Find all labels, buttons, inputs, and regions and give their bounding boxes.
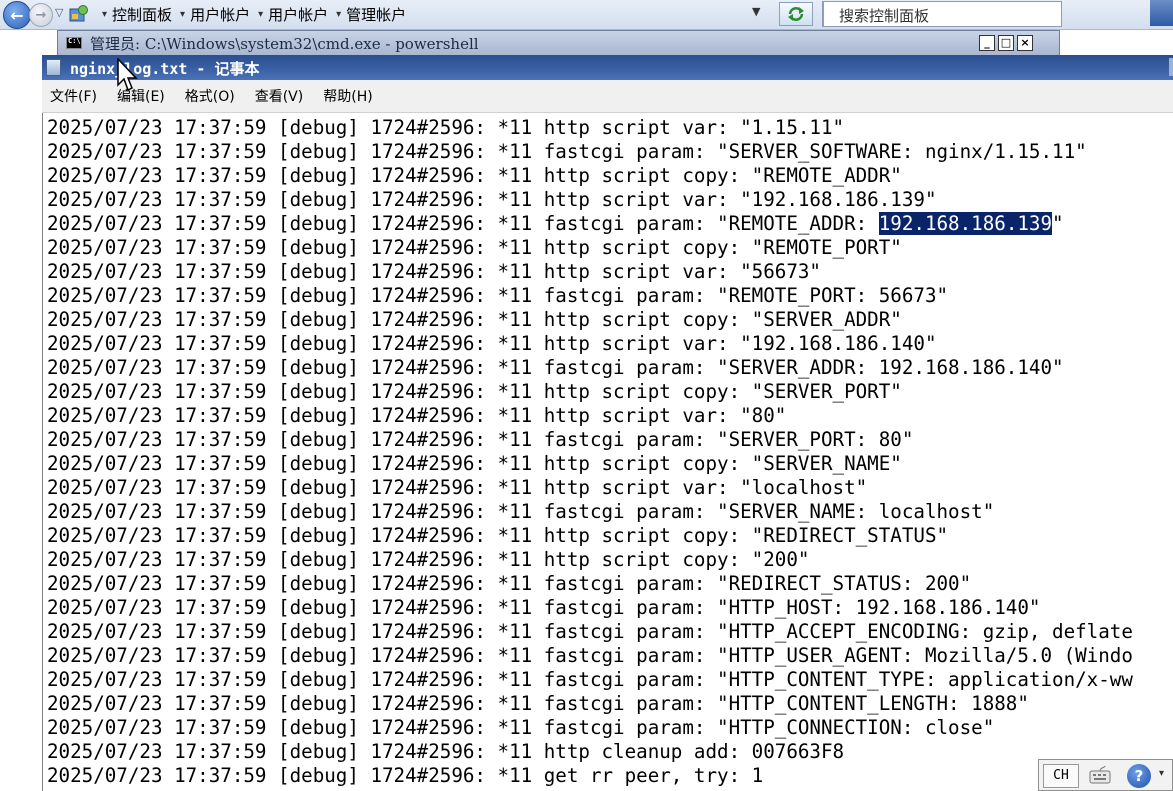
chevron-right-icon[interactable]: ▾ [180, 9, 185, 20]
input-language-button[interactable]: CH [1043, 764, 1079, 788]
log-line: 2025/07/23 17:37:59 [debug] 1724#2596: *… [47, 164, 902, 187]
log-line: 2025/07/23 17:37:59 [debug] 1724#2596: *… [47, 404, 787, 427]
recent-pages-dropdown-icon[interactable]: ▽ [55, 6, 63, 19]
menu-view[interactable]: 查看(V) [255, 86, 304, 106]
breadcrumb-item[interactable]: 用户帐户 [190, 4, 250, 25]
log-line-with-selection: 2025/07/23 17:37:59 [debug] 1724#2596: *… [47, 212, 1064, 235]
log-line: 2025/07/23 17:37:59 [debug] 1724#2596: *… [47, 500, 995, 523]
log-line: 2025/07/23 17:37:59 [debug] 1724#2596: *… [47, 452, 902, 475]
log-line: 2025/07/23 17:37:59 [debug] 1724#2596: *… [47, 332, 937, 355]
titlebar-edge [1169, 58, 1173, 76]
log-line: 2025/07/23 17:37:59 [debug] 1724#2596: *… [47, 740, 845, 763]
log-line: 2025/07/23 17:37:59 [debug] 1724#2596: *… [47, 260, 821, 283]
close-button[interactable]: × [1017, 35, 1033, 51]
menu-file[interactable]: 文件(F) [50, 86, 97, 106]
search-input[interactable]: 搜索控制面板 [822, 1, 1062, 27]
language-bar: CH ? ▾ [1038, 759, 1173, 791]
log-line: 2025/07/23 17:37:59 [debug] 1724#2596: *… [47, 644, 1133, 667]
minimize-button[interactable]: _ [979, 35, 995, 51]
log-line: 2025/07/23 17:37:59 [debug] 1724#2596: *… [47, 236, 902, 259]
explorer-address-bar: ← → ▽ ▾ 控制面板 ▾ 用户帐户 ▾ 用户帐户 ▾ 管理帐户 ▼ 搜索控制… [0, 0, 1173, 30]
cmd-window-title: 管理员: C:\Windows\system32\cmd.exe - power… [90, 35, 479, 53]
notepad-icon [46, 59, 61, 76]
log-line: 2025/07/23 17:37:59 [debug] 1724#2596: *… [47, 692, 1029, 715]
notepad-window-title: nginx_log.txt - 记事本 [70, 60, 260, 78]
log-line: 2025/07/23 17:37:59 [debug] 1724#2596: *… [47, 716, 995, 739]
log-line: 2025/07/23 17:37:59 [debug] 1724#2596: *… [47, 140, 1087, 163]
forward-button[interactable]: → [29, 3, 53, 27]
notepad-titlebar[interactable]: nginx_log.txt - 记事本 [42, 55, 1173, 80]
control-panel-icon [69, 5, 88, 22]
chevron-right-icon[interactable]: ▾ [336, 9, 341, 20]
address-dropdown-icon[interactable]: ▼ [752, 5, 760, 18]
log-line: 2025/07/23 17:37:59 [debug] 1724#2596: *… [47, 596, 1041, 619]
log-line: 2025/07/23 17:37:59 [debug] 1724#2596: *… [47, 188, 937, 211]
breadcrumb: ▾ 控制面板 ▾ 用户帐户 ▾ 用户帐户 ▾ 管理帐户 [94, 2, 406, 26]
selected-text[interactable]: 192.168.186.139 [878, 212, 1053, 235]
breadcrumb-item[interactable]: 控制面板 [112, 4, 172, 25]
cmd-icon: C:\ [66, 37, 82, 49]
log-line: 2025/07/23 17:37:59 [debug] 1724#2596: *… [47, 620, 1133, 643]
log-line: 2025/07/23 17:37:59 [debug] 1724#2596: *… [47, 668, 1133, 691]
log-line: 2025/07/23 17:37:59 [debug] 1724#2596: *… [47, 116, 845, 139]
log-line: 2025/07/23 17:37:59 [debug] 1724#2596: *… [47, 524, 949, 547]
log-line: 2025/07/23 17:37:59 [debug] 1724#2596: *… [47, 476, 868, 499]
log-line: 2025/07/23 17:37:59 [debug] 1724#2596: *… [47, 572, 972, 595]
maximize-button[interactable]: □ [998, 35, 1014, 51]
menu-edit[interactable]: 编辑(E) [117, 86, 165, 106]
keyboard-icon[interactable] [1089, 766, 1111, 784]
breadcrumb-item[interactable]: 用户帐户 [268, 4, 328, 25]
window-app-icon [1150, 0, 1173, 26]
log-line: 2025/07/23 17:37:59 [debug] 1724#2596: *… [47, 356, 1064, 379]
menu-format[interactable]: 格式(O) [185, 86, 235, 106]
menu-bar: 文件(F) 编辑(E) 格式(O) 查看(V) 帮助(H) [42, 80, 1173, 113]
log-line: 2025/07/23 17:37:59 [debug] 1724#2596: *… [47, 308, 902, 331]
chevron-right-icon[interactable]: ▾ [258, 9, 263, 20]
chevron-right-icon[interactable]: ▾ [102, 9, 107, 20]
log-line: 2025/07/23 17:37:59 [debug] 1724#2596: *… [47, 764, 764, 787]
log-line: 2025/07/23 17:37:59 [debug] 1724#2596: *… [47, 284, 949, 307]
refresh-button[interactable] [779, 2, 813, 26]
refresh-icon [788, 7, 804, 21]
log-line: 2025/07/23 17:37:59 [debug] 1724#2596: *… [47, 380, 902, 403]
help-icon[interactable]: ? [1127, 764, 1151, 788]
log-line: 2025/07/23 17:37:59 [debug] 1724#2596: *… [47, 548, 810, 571]
notepad-text-area[interactable]: 2025/07/23 17:37:59 [debug] 1724#2596: *… [42, 113, 1173, 791]
breadcrumb-item[interactable]: 管理帐户 [346, 4, 406, 25]
back-button[interactable]: ← [3, 1, 31, 29]
chevron-down-icon[interactable]: ▾ [1159, 768, 1164, 779]
log-line: 2025/07/23 17:37:59 [debug] 1724#2596: *… [47, 428, 914, 451]
cmd-window-titlebar[interactable]: C:\ 管理员: C:\Windows\system32\cmd.exe - p… [57, 30, 1060, 56]
menu-help[interactable]: 帮助(H) [323, 86, 372, 106]
